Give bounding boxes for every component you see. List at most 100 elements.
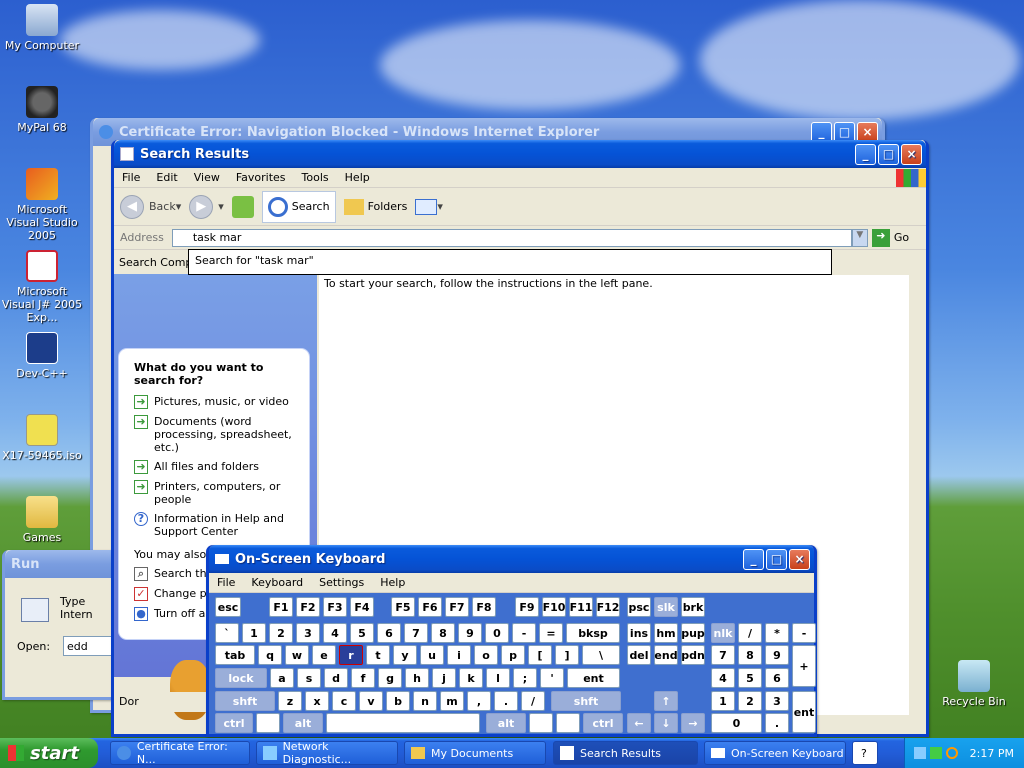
key-number-row-15[interactable]: hm	[654, 623, 678, 643]
minimize-button[interactable]: _	[743, 549, 764, 570]
key-space-row-12[interactable]: .	[765, 713, 789, 733]
key-number-row-5[interactable]: 5	[350, 623, 374, 643]
security-tray-icon[interactable]	[929, 747, 942, 759]
views-button[interactable]: ▾	[415, 198, 443, 215]
key-number-row-0[interactable]: `	[215, 623, 239, 643]
key-bottom-row-1[interactable]: z	[278, 691, 302, 711]
key-home-row-0[interactable]: lock	[215, 668, 267, 688]
osk-menu-help[interactable]: Help	[372, 576, 413, 589]
key-space-row-9[interactable]: ↓	[654, 713, 678, 733]
key-bottom-row-4[interactable]: v	[359, 691, 383, 711]
desktop-icon-my-computer[interactable]: My Computer	[0, 4, 84, 52]
menu-edit[interactable]: Edit	[148, 171, 185, 184]
taskbar-my-documents[interactable]: My Documents	[404, 741, 546, 765]
desktop-icon-visual-studio[interactable]: Microsoft Visual Studio 2005	[0, 168, 84, 242]
key-top-row-16[interactable]: pdn	[681, 645, 705, 665]
run-title-bar[interactable]: Run	[5, 550, 117, 578]
key-top-row-14[interactable]: del	[627, 645, 651, 665]
key-fn-row-1[interactable]: F1	[269, 597, 293, 617]
key-space-row-3[interactable]	[326, 713, 480, 733]
key-top-row-2[interactable]: w	[285, 645, 309, 665]
key-number-row-20[interactable]: -	[792, 623, 816, 643]
key-home-row-2[interactable]: s	[297, 668, 321, 688]
key-fn-row-13[interactable]: psc	[627, 597, 651, 617]
key-number-row-13[interactable]: bksp	[566, 623, 620, 643]
desktop-icon-games[interactable]: Games	[0, 496, 84, 544]
key-top-row-8[interactable]: i	[447, 645, 471, 665]
key-number-row-1[interactable]: 1	[242, 623, 266, 643]
key-fn-row-12[interactable]: F12	[596, 597, 620, 617]
desktop-icon-dev-cpp[interactable]: Dev-C++	[0, 332, 84, 380]
key-fn-row-6[interactable]: F6	[418, 597, 442, 617]
key-number-row-2[interactable]: 2	[269, 623, 293, 643]
osk-menu-settings[interactable]: Settings	[311, 576, 372, 589]
desktop-icon-mypal[interactable]: MyPal 68	[0, 86, 84, 134]
key-space-row-8[interactable]: ←	[627, 713, 651, 733]
key-fn-row-9[interactable]: F9	[515, 597, 539, 617]
key-space-row-10[interactable]: →	[681, 713, 705, 733]
osk-menu-keyboard[interactable]: Keyboard	[243, 576, 311, 589]
key-top-row-0[interactable]: tab	[215, 645, 255, 665]
taskbar-search-results[interactable]: Search Results	[553, 741, 698, 765]
key-top-row-3[interactable]: e	[312, 645, 336, 665]
autocomplete-dropdown[interactable]: Search for "task mar"	[188, 249, 832, 275]
key-top-row-13[interactable]: \	[582, 645, 620, 665]
key-space-row-7[interactable]: ctrl	[583, 713, 623, 733]
key-home-row-15[interactable]: 6	[765, 668, 789, 688]
key-space-row-2[interactable]: alt	[283, 713, 323, 733]
minimize-button[interactable]: _	[855, 144, 876, 165]
menu-view[interactable]: View	[186, 171, 228, 184]
key-fn-row-8[interactable]: F8	[472, 597, 496, 617]
network-tray-icon[interactable]	[913, 747, 926, 759]
search-option-pictures[interactable]: ➜ Pictures, music, or video	[134, 395, 299, 409]
key-top-row-1[interactable]: q	[258, 645, 282, 665]
key-number-row-16[interactable]: pup	[681, 623, 705, 643]
key-fn-row-7[interactable]: F7	[445, 597, 469, 617]
menu-tools[interactable]: Tools	[294, 171, 337, 184]
key-home-row-10[interactable]: ;	[513, 668, 537, 688]
key-bottom-row-9[interactable]: .	[494, 691, 518, 711]
key-number-row-7[interactable]: 7	[404, 623, 428, 643]
key-bottom-row-6[interactable]: n	[413, 691, 437, 711]
key-number-row-17[interactable]: nlk	[711, 623, 735, 643]
key-number-row-6[interactable]: 6	[377, 623, 401, 643]
key-fn-row-2[interactable]: F2	[296, 597, 320, 617]
key-bottom-row-11[interactable]: shft	[551, 691, 621, 711]
key-number-row-4[interactable]: 4	[323, 623, 347, 643]
key-home-row-5[interactable]: g	[378, 668, 402, 688]
key-top-row-19[interactable]: 9	[765, 645, 789, 665]
maximize-button[interactable]: □	[766, 549, 787, 570]
key-top-row-20[interactable]: +	[792, 645, 816, 687]
desktop-icon-iso[interactable]: X17-59465.iso	[0, 414, 84, 462]
folders-button[interactable]: Folders	[343, 198, 407, 215]
key-home-row-6[interactable]: h	[405, 668, 429, 688]
menu-help[interactable]: Help	[337, 171, 378, 184]
key-number-row-10[interactable]: 0	[485, 623, 509, 643]
key-space-row-5[interactable]	[529, 713, 553, 733]
key-top-row-12[interactable]: ]	[555, 645, 579, 665]
go-arrow-icon[interactable]: ➜	[871, 228, 890, 247]
search-option-all-files[interactable]: ➜ All files and folders	[134, 460, 299, 474]
key-bottom-row-16[interactable]: ent	[792, 691, 816, 733]
key-bottom-row-10[interactable]: /	[521, 691, 545, 711]
key-home-row-11[interactable]: '	[540, 668, 564, 688]
key-number-row-11[interactable]: -	[512, 623, 536, 643]
key-top-row-4[interactable]: r	[339, 645, 363, 665]
taskbar-ie[interactable]: Certificate Error: N...	[110, 740, 250, 766]
key-space-row-0[interactable]: ctrl	[215, 713, 253, 733]
key-top-row-11[interactable]: [	[528, 645, 552, 665]
key-top-row-17[interactable]: 7	[711, 645, 735, 665]
address-input[interactable]: task mar	[171, 228, 852, 247]
back-button[interactable]: ◀ Back ▾	[120, 194, 181, 219]
key-number-row-9[interactable]: 9	[458, 623, 482, 643]
key-number-row-12[interactable]: =	[539, 623, 563, 643]
key-bottom-row-3[interactable]: c	[332, 691, 356, 711]
key-fn-row-5[interactable]: F5	[391, 597, 415, 617]
menu-file[interactable]: File	[114, 171, 148, 184]
key-fn-row-10[interactable]: F10	[542, 597, 566, 617]
key-fn-row-4[interactable]: F4	[350, 597, 374, 617]
key-number-row-8[interactable]: 8	[431, 623, 455, 643]
go-button[interactable]: Go	[894, 231, 909, 244]
address-dropdown-icon[interactable]: ▼	[851, 228, 868, 247]
help-button[interactable]: ?	[852, 741, 878, 765]
